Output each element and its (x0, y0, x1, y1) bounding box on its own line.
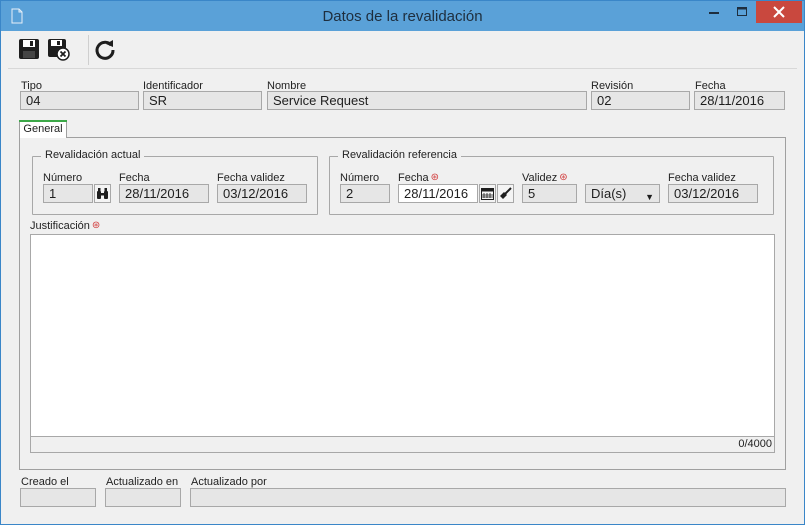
ref-fecha-validez-field[interactable]: 03/12/2016 (668, 184, 758, 203)
revalidacion-referencia-title: Revalidación referencia (338, 149, 461, 161)
ref-numero-label: Número (340, 172, 380, 184)
close-icon (773, 6, 785, 18)
title-bar[interactable]: Datos de la revalidación (1, 1, 804, 31)
justificacion-label-text: Justificación (30, 220, 90, 232)
identificador-field[interactable]: SR (143, 91, 262, 110)
dropdown-arrow-icon: ▼ (645, 192, 654, 202)
revision-field[interactable]: 02 (591, 91, 690, 110)
ref-fecha-validez-label: Fecha validez (668, 172, 736, 184)
ref-validez-label: Validez ⊛ (522, 172, 568, 184)
toolbar-separator (88, 35, 89, 65)
actual-fecha-validez-label: Fecha validez (217, 172, 285, 184)
maximize-button[interactable] (728, 1, 756, 23)
window-title: Datos de la revalidación (322, 8, 483, 25)
ref-fecha-input[interactable]: 28/11/2016 (398, 184, 478, 203)
clear-date-button[interactable] (497, 184, 514, 203)
ref-fecha-label: Fecha ⊛ (398, 172, 439, 184)
fecha-field[interactable]: 28/11/2016 (694, 91, 785, 110)
ref-validez-field[interactable]: 5 (522, 184, 577, 203)
character-counter: 0/4000 (738, 438, 772, 450)
justificacion-label: Justificación ⊛ (30, 220, 100, 232)
calendar-icon (481, 188, 494, 200)
toolbar (8, 31, 797, 69)
general-tab-panel: Revalidación actual Número 1 Fecha 28/11… (19, 137, 786, 470)
tab-active-indicator (19, 120, 67, 122)
minimize-icon (709, 12, 719, 14)
required-icon: ⊛ (430, 172, 439, 183)
creado-field[interactable] (20, 488, 96, 507)
ref-numero-field[interactable]: 2 (340, 184, 390, 203)
justificacion-textarea[interactable]: 0/4000 (30, 234, 775, 453)
actualizado-en-label: Actualizado en (106, 476, 179, 488)
actualizado-en-field[interactable] (105, 488, 181, 507)
save-and-close-icon (48, 39, 70, 61)
binoculars-icon (97, 188, 108, 199)
validity-unit-value: Día(s) (591, 186, 627, 201)
save-button[interactable] (17, 37, 41, 61)
refresh-icon (95, 40, 115, 60)
actual-fecha-field[interactable]: 28/11/2016 (119, 184, 209, 203)
actualizado-por-field[interactable] (190, 488, 786, 507)
calendar-button[interactable] (479, 184, 496, 203)
actual-fecha-validez-field[interactable]: 03/12/2016 (217, 184, 307, 203)
minimize-button[interactable] (700, 1, 728, 23)
creado-label: Creado el (21, 476, 69, 488)
refresh-button[interactable] (93, 37, 117, 61)
ref-validez-label-text: Validez (522, 172, 558, 184)
nombre-field[interactable]: Service Request (267, 91, 587, 110)
tab-general[interactable]: General (19, 120, 67, 138)
revalidacion-referencia-group: Revalidación referencia Número 2 Fecha ⊛ … (329, 149, 774, 215)
actual-numero-label: Número (43, 172, 83, 184)
eraser-icon (500, 187, 512, 199)
actual-fecha-label: Fecha (119, 172, 150, 184)
dialog-content: Tipo 04 Identificador SR Nombre Service … (8, 31, 797, 519)
actualizado-por-label: Actualizado por (191, 476, 267, 488)
revalidacion-actual-group: Revalidación actual Número 1 Fecha 28/11… (32, 149, 318, 215)
ref-fecha-label-text: Fecha (398, 172, 429, 184)
textarea-footer: 0/4000 (31, 436, 774, 452)
dialog-window: Datos de la revalidación Tipo 04 Identif… (0, 0, 805, 525)
required-icon: ⊛ (91, 220, 101, 231)
validity-unit-select[interactable]: Día(s) ▼ (585, 184, 660, 203)
save-and-close-button[interactable] (46, 37, 70, 61)
search-revalidation-button[interactable] (94, 184, 111, 203)
maximize-icon (737, 7, 747, 16)
actual-numero-field[interactable]: 1 (43, 184, 93, 203)
close-button[interactable] (756, 1, 802, 23)
save-icon (19, 39, 39, 59)
revalidacion-actual-title: Revalidación actual (41, 149, 145, 161)
required-icon: ⊛ (559, 172, 568, 183)
tipo-field[interactable]: 04 (20, 91, 139, 110)
